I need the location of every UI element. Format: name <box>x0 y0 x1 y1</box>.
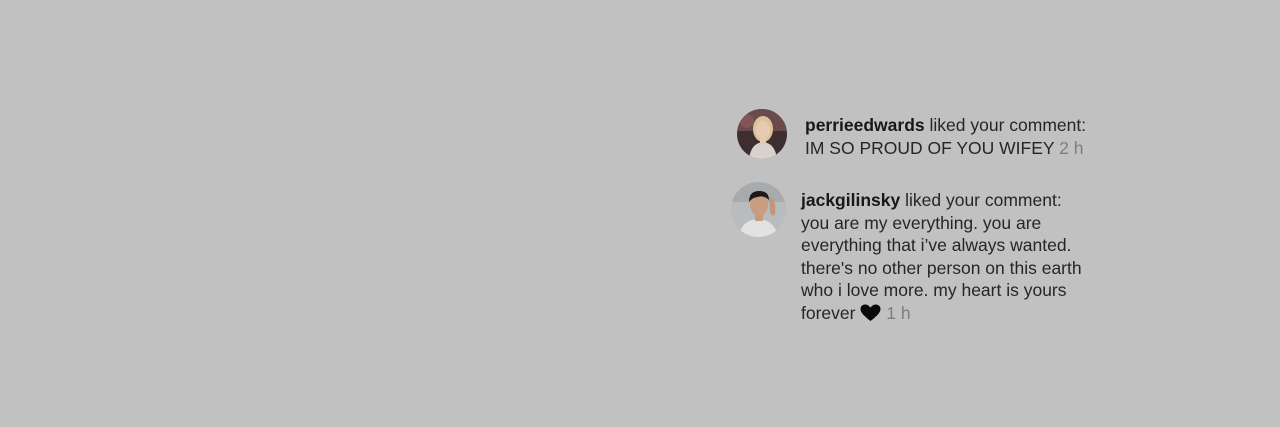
comment-text: IM SO PROUD OF YOU WIFEY <box>805 137 1055 158</box>
notification-action: liked your comment: <box>929 115 1087 135</box>
username-link[interactable]: perrieedwards <box>805 115 925 135</box>
notification-text: jackgilinsky liked your comment: you are… <box>801 189 1093 325</box>
username-link[interactable]: jackgilinsky <box>801 190 900 210</box>
timestamp: 2 h <box>1059 137 1084 158</box>
timestamp: 1 h <box>886 302 911 323</box>
comment-text: you are my everything. you are everythin… <box>801 212 1082 323</box>
profile-photo-icon <box>731 182 786 237</box>
avatar[interactable] <box>737 109 787 159</box>
notification-action: liked your comment: <box>905 190 1062 210</box>
avatar[interactable] <box>731 182 786 237</box>
profile-photo-icon <box>737 109 787 159</box>
black-heart-icon <box>860 304 881 322</box>
notification-text: perrieedwards liked your comment: IM SO … <box>805 114 1105 159</box>
